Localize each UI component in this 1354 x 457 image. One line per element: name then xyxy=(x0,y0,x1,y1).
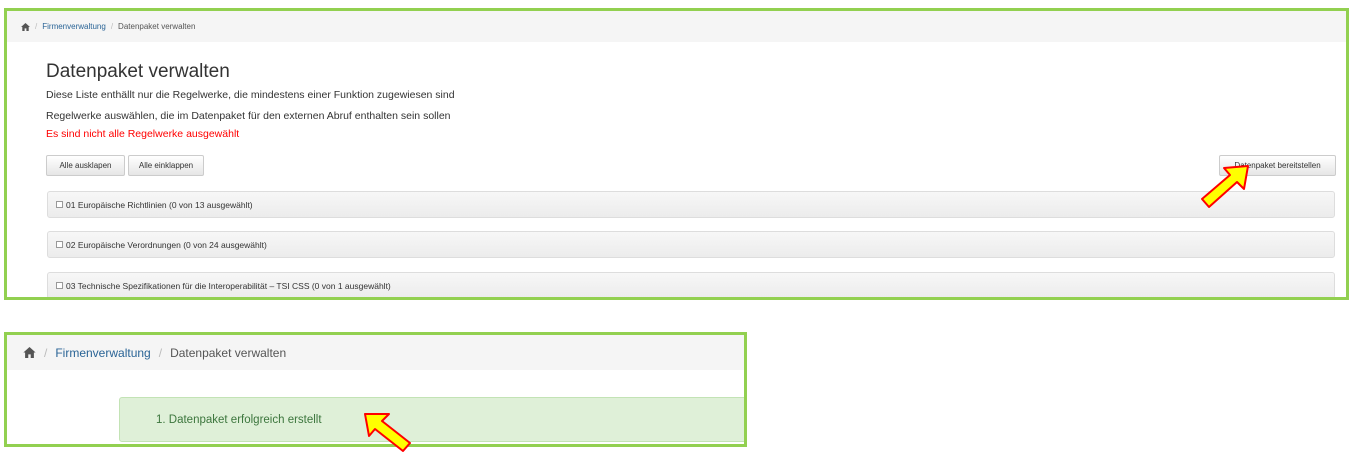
success-message: 1. Datenpaket erfolgreich erstellt xyxy=(156,413,322,426)
breadcrumb-current: Datenpaket verwalten xyxy=(170,345,287,360)
description-line-1: Diese Liste enthällt nur die Regelwerke,… xyxy=(46,89,455,101)
regelwerk-group-03[interactable]: 03 Technische Spezifikationen für die In… xyxy=(47,272,1335,297)
group-label: 01 Europäische Richtlinien (0 von 13 aus… xyxy=(66,199,253,210)
group-checkbox[interactable] xyxy=(56,241,63,248)
expand-all-button[interactable]: Alle ausklapen xyxy=(46,155,125,176)
page-title: Datenpaket verwalten xyxy=(46,61,230,82)
breadcrumb-firmenverwaltung[interactable]: Firmenverwaltung xyxy=(42,22,106,31)
home-icon[interactable] xyxy=(21,22,30,31)
regelwerk-group-01[interactable]: 01 Europäische Richtlinien (0 von 13 aus… xyxy=(47,191,1335,218)
manage-package-panel: / Firmenverwaltung / Datenpaket verwalte… xyxy=(4,8,1349,300)
description-line-2: Regelwerke auswählen, die im Datenpaket … xyxy=(46,110,451,122)
group-label: 03 Technische Spezifikationen für die In… xyxy=(66,280,391,291)
collapse-all-button[interactable]: Alle einklappen xyxy=(128,155,204,176)
breadcrumb-separator: / xyxy=(158,345,163,360)
breadcrumb-separator: / xyxy=(44,345,48,360)
group-checkbox[interactable] xyxy=(56,282,63,289)
warning-text: Es sind nicht alle Regelwerke ausgewählt xyxy=(46,128,240,140)
breadcrumb-separator: / xyxy=(35,22,38,31)
home-icon[interactable] xyxy=(23,347,36,358)
success-alert: 1. Datenpaket erfolgreich erstellt xyxy=(119,397,744,442)
breadcrumb-firmenverwaltung[interactable]: Firmenverwaltung xyxy=(55,346,150,360)
group-label: 02 Europäische Verordnungen (0 von 24 au… xyxy=(66,239,267,250)
breadcrumb-current: Datenpaket verwalten xyxy=(118,22,196,31)
pointer-arrow-icon xyxy=(1201,165,1249,208)
regelwerk-group-02[interactable]: 02 Europäische Verordnungen (0 von 24 au… xyxy=(47,231,1335,258)
pointer-arrow-icon xyxy=(364,413,411,452)
breadcrumb: / Firmenverwaltung / Datenpaket verwalte… xyxy=(7,335,744,370)
breadcrumb-separator: / xyxy=(110,22,114,31)
breadcrumb: / Firmenverwaltung / Datenpaket verwalte… xyxy=(7,11,1346,42)
group-checkbox[interactable] xyxy=(56,201,63,208)
